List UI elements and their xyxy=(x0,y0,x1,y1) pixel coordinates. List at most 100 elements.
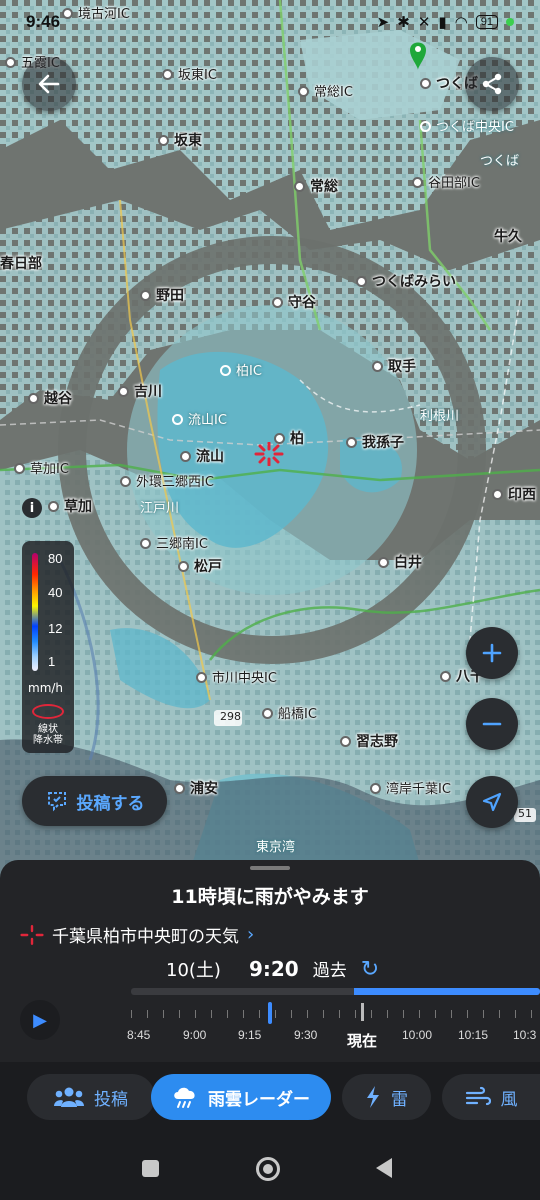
place-dot-icon xyxy=(440,671,451,682)
back-button[interactable] xyxy=(22,57,76,111)
radar-bottom-sheet: 11時頃に雨がやみます 千葉県柏市中央町の天気 › 10(土) 9:20 過去 … xyxy=(0,860,540,1062)
tab-rain-radar[interactable]: 雨雲レーダー xyxy=(151,1074,331,1120)
home-icon[interactable] xyxy=(256,1157,280,1181)
play-button[interactable]: ▶ xyxy=(20,1000,60,1040)
tab-post[interactable]: 投稿 xyxy=(27,1074,155,1120)
timeline-tick xyxy=(483,1010,484,1018)
tab-thunder[interactable]: 雷 xyxy=(342,1074,431,1120)
timeline-tick xyxy=(387,1010,388,1018)
place-dot-icon xyxy=(140,538,151,549)
timeline-track[interactable] xyxy=(131,988,540,995)
place-dot-icon xyxy=(180,451,191,462)
timeline-tick xyxy=(131,1010,132,1018)
map-place-label: 浦安 xyxy=(190,781,218,797)
linear-rainband-icon xyxy=(32,704,64,719)
place-dot-icon xyxy=(158,135,169,146)
rain-forecast-text: 11時頃に雨がやみます xyxy=(171,886,369,908)
time-label: 9:20 xyxy=(248,957,299,981)
mute-icon: ✕ xyxy=(417,13,431,31)
place-dot-icon xyxy=(120,476,131,487)
zoom-in-button[interactable] xyxy=(466,627,518,679)
navigation-arrow-icon xyxy=(482,792,502,812)
place-dot-icon xyxy=(420,78,431,89)
map-place-label: 吉川 xyxy=(134,384,162,400)
zoom-out-button[interactable] xyxy=(466,698,518,750)
rain-scale-bar xyxy=(32,553,38,671)
timeline-label: 9:30 xyxy=(294,1028,318,1042)
timeline-label: 10:00 xyxy=(402,1028,433,1042)
map-place-label: 市川中央IC xyxy=(212,671,277,686)
map-place-label: 谷田部IC xyxy=(428,176,480,191)
recents-icon[interactable] xyxy=(142,1160,159,1177)
legend-value: 80 xyxy=(48,551,63,566)
legend-value: 1 xyxy=(48,654,56,669)
post-button-label: 投稿する xyxy=(76,793,145,814)
map-place-label: 松戸 xyxy=(194,559,222,575)
place-dot-icon xyxy=(14,463,25,474)
play-icon: ▶ xyxy=(33,1009,47,1031)
refresh-icon[interactable]: ↻ xyxy=(361,957,379,982)
place-dot-icon xyxy=(370,783,381,794)
map-place-label: 草加IC xyxy=(30,462,69,477)
timeline-tick xyxy=(403,1010,404,1018)
wifi-icon: ◠ xyxy=(454,13,468,31)
timeline-tick xyxy=(515,1010,516,1018)
place-dot-icon xyxy=(294,181,305,192)
chevron-right-icon: › xyxy=(247,924,255,945)
place-dot-icon xyxy=(220,365,231,376)
info-icon[interactable]: i xyxy=(22,498,42,518)
timeline-tick xyxy=(259,1010,260,1018)
arrow-left-icon xyxy=(38,74,60,94)
map-place-label: 東京湾 xyxy=(256,840,296,855)
timeline-forecast-range xyxy=(354,988,540,995)
timeline-tick xyxy=(339,1010,340,1018)
share-icon xyxy=(482,73,502,95)
privacy-indicator-icon xyxy=(506,18,514,26)
time-row: 10(土) 9:20 過去 ↻ xyxy=(166,956,379,982)
map-place-label: 常総IC xyxy=(314,85,353,100)
map-place-label: 印西 xyxy=(508,487,536,503)
timeline-label: 9:00 xyxy=(183,1028,207,1042)
map-place-label: 柏IC xyxy=(236,364,262,379)
signal-icon: ▮ xyxy=(438,13,447,31)
timeline-tick xyxy=(419,1010,420,1018)
post-button[interactable]: 投稿する xyxy=(22,776,167,826)
tab-post-label: 投稿 xyxy=(94,1089,128,1110)
place-dot-icon xyxy=(118,386,129,397)
back-triangle-icon[interactable] xyxy=(376,1158,392,1178)
map-place-label: 利根川 xyxy=(420,409,460,424)
system-nav-bar xyxy=(0,1132,540,1200)
tab-wind[interactable]: 風 xyxy=(442,1074,540,1120)
place-dot-icon xyxy=(262,708,273,719)
bluetooth-icon: ✱ xyxy=(397,13,410,31)
timeline-tick xyxy=(211,1010,212,1018)
map-place-label: 我孫子 xyxy=(362,435,404,451)
timeline-tick xyxy=(291,1010,292,1018)
place-dot-icon xyxy=(5,57,16,68)
timeline-label: 9:15 xyxy=(238,1028,262,1042)
timeline-tick xyxy=(179,1010,180,1018)
place-dot-icon xyxy=(196,672,207,683)
timeline-cursor[interactable] xyxy=(268,1002,272,1024)
map-place-label: 取手 xyxy=(388,359,416,375)
map-place-label: 船橋IC xyxy=(278,707,317,722)
timeline-tick xyxy=(307,1010,308,1018)
sheet-drag-handle[interactable] xyxy=(250,866,290,870)
radar-map[interactable]: 境古河IC五霞IC坂東IC常総ICつくばつくば中央IC坂東常総谷田部ICつくば牛… xyxy=(0,0,540,900)
place-dot-icon xyxy=(356,276,367,287)
status-icons: ➤ ✱ ✕ ▮ ◠ 91 xyxy=(377,13,514,31)
my-location-button[interactable] xyxy=(466,776,518,828)
timeline-label: 10:15 xyxy=(458,1028,489,1042)
timeline-tick xyxy=(323,1010,324,1018)
place-dot-icon xyxy=(346,437,357,448)
battery-icon: 91 xyxy=(475,15,498,29)
tab-wind-label: 風 xyxy=(500,1089,518,1110)
timeline-tick xyxy=(435,1010,436,1018)
place-dot-icon xyxy=(28,393,39,404)
location-marker-icon xyxy=(20,924,44,945)
map-place-label: 守谷 xyxy=(288,295,316,311)
share-button[interactable] xyxy=(465,57,519,111)
map-place-label: 常総 xyxy=(310,179,338,195)
timeline-tick xyxy=(195,1010,196,1018)
location-weather-link[interactable]: 千葉県柏市中央町の天気 › xyxy=(20,922,254,947)
